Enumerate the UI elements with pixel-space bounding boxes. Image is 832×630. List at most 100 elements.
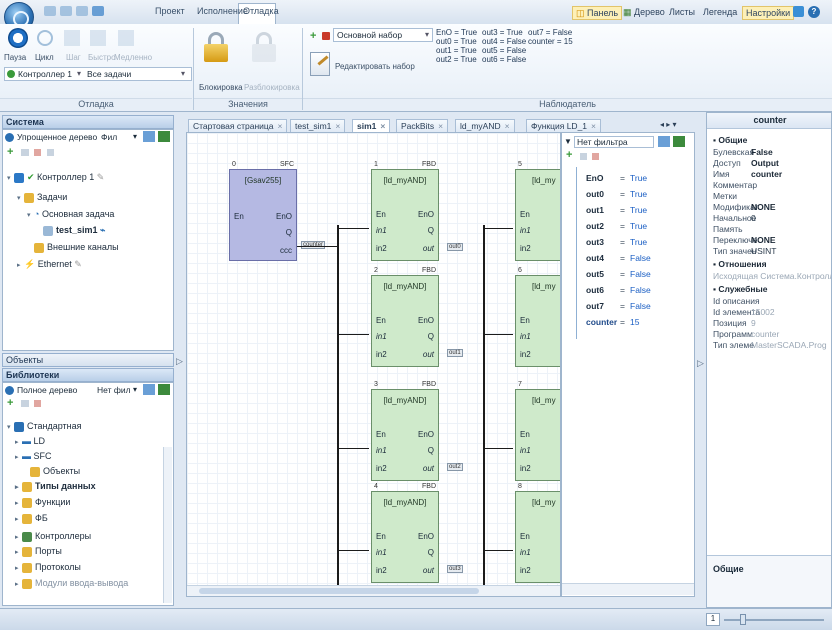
lib-item[interactable]: ▸ ▬ SFC — [15, 451, 52, 461]
watch-row[interactable]: EnO = True — [586, 173, 647, 183]
properties-icon[interactable] — [47, 149, 54, 156]
myand-block[interactable]: 5 [ld_my En in1 in2 — [515, 161, 560, 261]
tree-item-controller[interactable]: ▾ ✔ Контроллер 1 ✎ — [7, 172, 104, 183]
pin-in1[interactable]: in1 — [520, 446, 531, 455]
pin-eno[interactable]: EnO — [276, 212, 292, 221]
pin-in1[interactable]: in1 — [376, 226, 387, 235]
lib-item[interactable]: ▸ Порты — [15, 546, 62, 557]
watch-row[interactable]: out5 = False — [586, 269, 651, 279]
page-number[interactable]: 1 — [706, 613, 720, 626]
prop-row[interactable]: Имя counter — [713, 169, 782, 179]
unlock-icon[interactable] — [251, 32, 277, 64]
watch-row[interactable]: out1 = True — [586, 205, 647, 215]
edit-icon[interactable] — [580, 153, 587, 160]
watch-row[interactable]: out0 = True — [586, 189, 647, 199]
edit-set-icon[interactable] — [310, 52, 330, 76]
tree-view-icon[interactable] — [158, 131, 170, 142]
tree-item-main-task[interactable]: ▾ ◔ Основная задача — [27, 209, 114, 219]
tab-packbits[interactable]: PackBits × — [396, 119, 449, 132]
myand-block[interactable]: 4 FBD [ld_myAND] En EnO in1 Q in2 out — [371, 483, 439, 583]
panel-button[interactable]: ◫ Панель — [572, 6, 623, 20]
pin-ccc[interactable]: ccc — [280, 246, 292, 255]
prop-row[interactable]: Программcounter — [713, 329, 779, 339]
cycle-icon[interactable] — [37, 30, 53, 46]
controller-select[interactable]: Контроллер 1 ▾ Все задачи ▾ — [4, 67, 192, 81]
tab-test-sim1[interactable]: test_sim1 × — [290, 119, 346, 132]
myand-block[interactable]: 6 [ld_my En in1 in2 — [515, 267, 560, 367]
add-icon[interactable]: + — [7, 146, 13, 158]
lib-item[interactable]: ▸ ▬ LD — [15, 436, 45, 446]
tree-item-external-channels[interactable]: Внешние каналы — [27, 242, 119, 253]
close-icon[interactable]: × — [505, 121, 510, 131]
sheets-button[interactable]: Листы — [666, 6, 698, 20]
zoom-slider[interactable] — [724, 619, 824, 621]
menu-execution[interactable]: Исполнение — [197, 6, 248, 16]
prop-row[interactable]: ПереключеNONE — [713, 235, 776, 245]
pin-eno[interactable]: EnO — [418, 210, 434, 219]
watch-row[interactable]: out7 = False — [586, 301, 651, 311]
close-icon[interactable]: × — [438, 121, 443, 131]
edit-icon[interactable] — [21, 149, 29, 156]
pin-in2[interactable]: in2 — [376, 350, 387, 359]
fbd-canvas[interactable]: 0 SFC [Gsav255] En EnO Q ccc counter 1 FB… — [186, 132, 561, 597]
pin-en[interactable]: En — [376, 210, 386, 219]
lib-item[interactable]: ▸ ФБ — [15, 513, 48, 524]
watch-row[interactable]: out6 = False — [586, 285, 651, 295]
tree-view-icon[interactable] — [673, 136, 685, 147]
lib-view-select[interactable]: Полное дерево — [17, 385, 77, 395]
pin-en[interactable]: En — [520, 210, 530, 219]
add-set-icon[interactable]: + — [310, 30, 316, 42]
myand-block[interactable]: 2 FBD [ld_myAND] En EnO in1 Q in2 out — [371, 267, 439, 367]
pin-q[interactable]: Q — [428, 446, 434, 455]
close-icon[interactable]: × — [335, 121, 340, 131]
prop-row[interactable]: Исходящая Система.Контролле — [713, 271, 831, 281]
tree-item-test-sim1[interactable]: test_sim1 ⌁ — [43, 225, 105, 236]
props-section-general[interactable]: ▪ Общие — [713, 135, 747, 145]
canvas-hscrollbar[interactable] — [187, 585, 560, 596]
myand-block[interactable]: 1 FBD [ld_myAND] En EnO in1 Q in2 out — [371, 161, 439, 261]
pin-q[interactable]: Q — [428, 332, 434, 341]
add-icon[interactable]: + — [566, 149, 572, 161]
gsav-block[interactable]: 0 SFC [Gsav255] En EnO Q ccc — [229, 161, 297, 261]
pin-in2[interactable]: in2 — [376, 244, 387, 253]
view-select[interactable]: Упрощенное дерево — [17, 132, 97, 142]
watch-hscrollbar[interactable] — [562, 583, 694, 595]
pin-en[interactable]: En — [520, 532, 530, 541]
lib-scrollbar[interactable] — [163, 447, 172, 603]
prop-row[interactable]: Тип элемеMasterSCADA.Prog — [713, 340, 827, 350]
prop-row[interactable]: Комментар — [713, 180, 757, 190]
pin-q[interactable]: Q — [428, 548, 434, 557]
pin-in2[interactable]: in2 — [520, 244, 531, 253]
list-view-icon[interactable] — [143, 384, 155, 395]
lib-item[interactable]: ▸ Контроллеры — [15, 531, 91, 542]
watch-filter-select[interactable]: Нет фильтра — [574, 136, 654, 148]
list-view-icon[interactable] — [658, 136, 670, 147]
pin-out[interactable]: out — [423, 464, 434, 473]
undo-icon[interactable] — [76, 6, 88, 16]
myand-block[interactable]: 8 [ld_my En in1 in2 — [515, 483, 560, 583]
watch-row[interactable]: counter = 15 — [586, 317, 639, 327]
set-select[interactable]: Основной набор ▾ — [333, 28, 433, 42]
prop-row[interactable]: Память — [713, 224, 751, 234]
pin-in2[interactable]: in2 — [520, 464, 531, 473]
prop-row[interactable]: Начальное0 — [713, 213, 756, 223]
scroll-thumb[interactable] — [199, 588, 479, 594]
pin-en[interactable]: En — [520, 316, 530, 325]
pin-en[interactable]: En — [376, 430, 386, 439]
pin-in2[interactable]: in2 — [520, 350, 531, 359]
settings-button[interactable]: Настройки — [742, 6, 795, 20]
objects-panel-title[interactable]: Объекты — [2, 353, 174, 367]
pin-q[interactable]: Q — [286, 228, 292, 237]
chevron-down-icon[interactable]: ▾ — [133, 132, 137, 141]
save-icon[interactable] — [92, 6, 104, 16]
list-view-icon[interactable] — [143, 131, 155, 142]
pin-in2[interactable]: in2 — [376, 464, 387, 473]
delete-icon[interactable] — [592, 153, 599, 160]
pin-in1[interactable]: in1 — [520, 226, 531, 235]
pin-in1[interactable]: in1 — [376, 332, 387, 341]
lib-item[interactable]: ▸ Протоколы — [15, 562, 81, 573]
prop-row[interactable]: БулевскаяFalse — [713, 147, 773, 157]
prop-row[interactable]: Id элемента15002 — [713, 307, 775, 317]
back-icon[interactable] — [44, 6, 56, 16]
pin-in1[interactable]: in1 — [376, 548, 387, 557]
